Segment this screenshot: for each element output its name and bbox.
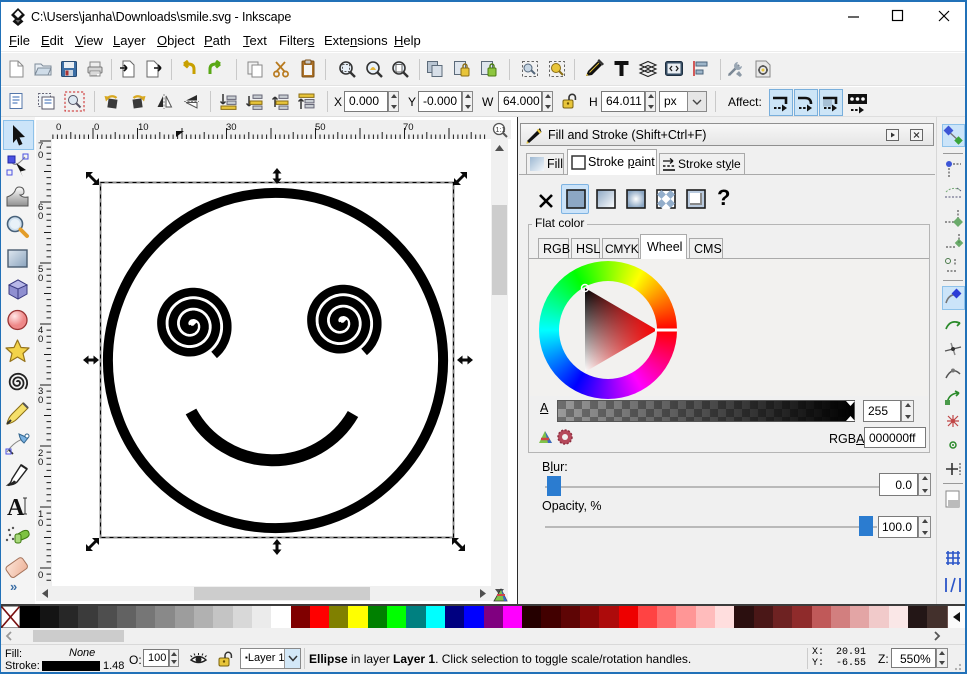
svg-text:0: 0 [94, 122, 99, 133]
svg-text:0: 0 [38, 518, 43, 529]
svg-text:0: 0 [38, 570, 43, 581]
svg-text:0: 0 [56, 122, 61, 133]
svg-text:A: A [7, 495, 25, 520]
svg-text:0: 0 [38, 150, 43, 161]
svg-text:0: 0 [38, 273, 43, 284]
svg-text:0: 0 [38, 457, 43, 468]
svg-text:0: 0 [38, 211, 43, 222]
svg-text:10: 10 [138, 122, 149, 133]
svg-text:30: 30 [226, 122, 237, 133]
svg-text:0: 0 [38, 395, 43, 406]
svg-text:0: 0 [38, 334, 43, 345]
svg-text:50: 50 [315, 122, 326, 133]
svg-text:70: 70 [403, 122, 414, 133]
